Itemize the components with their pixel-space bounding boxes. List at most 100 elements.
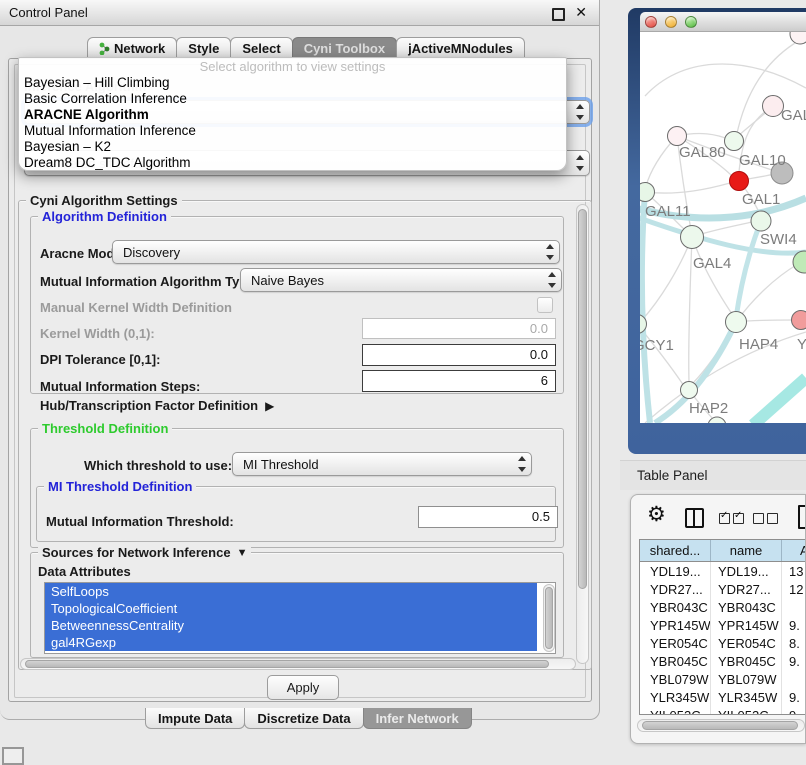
dpi-tolerance-field[interactable]: 0.0 [362, 344, 556, 366]
menu-item-mutual-information[interactable]: Mutual Information Inference [19, 123, 566, 139]
menu-item-basic-correlation[interactable]: Basic Correlation Inference [19, 91, 566, 107]
menu-item-aracne[interactable]: ARACNE Algorithm [19, 107, 566, 123]
settings-hscrollbar-thumb[interactable] [25, 660, 549, 668]
node-label: GAL10 [739, 152, 786, 169]
manual-kernel-checkbox[interactable] [537, 297, 553, 313]
tab-select[interactable]: Select [230, 37, 292, 58]
float-window-icon[interactable] [552, 8, 565, 21]
node-gal11[interactable] [640, 183, 655, 202]
table-row[interactable]: YIL052CYIL052C9. [640, 706, 805, 715]
node-gal1-red[interactable] [730, 172, 749, 191]
cell: 9. [782, 652, 805, 670]
docked-panel-icon[interactable] [2, 747, 24, 765]
tab-infer-network[interactable]: Infer Network [363, 708, 472, 729]
node-label: GAL80 [679, 144, 726, 161]
select-all-icon[interactable] [719, 513, 744, 524]
tab-cyni-toolbox[interactable]: Cyni Toolbox [292, 37, 397, 58]
settings-scrollbar-thumb[interactable] [578, 209, 587, 589]
node-gal80[interactable] [668, 127, 687, 146]
table-row[interactable]: YLR345WYLR345W9. [640, 688, 805, 706]
table-row[interactable]: YPR145WYPR145W9. [640, 616, 805, 634]
table-row[interactable]: YBR043CYBR043C [640, 598, 805, 616]
close-icon[interactable]: ✕ [575, 4, 587, 21]
mi-steps-field[interactable]: 6 [362, 370, 556, 392]
column-header-name[interactable]: name [711, 540, 782, 561]
control-panel-titlebar: Control Panel ✕ [0, 0, 599, 26]
settings-scrollbar-track[interactable] [576, 204, 589, 664]
node-label: GAL1 [742, 191, 780, 208]
table-row[interactable]: YBL079WYBL079W [640, 670, 805, 688]
cell: YBR045C [640, 652, 711, 670]
combo-arrows-icon [542, 241, 559, 263]
node-gal10[interactable] [725, 132, 744, 151]
deselect-all-icon[interactable] [753, 513, 778, 524]
close-traffic-light[interactable] [645, 16, 657, 28]
list-item[interactable]: BetweennessCentrality [45, 617, 537, 634]
control-panel-title: Control Panel [9, 5, 88, 20]
mi-type-value: Naive Bayes [241, 273, 544, 288]
apply-button[interactable]: Apply [267, 675, 339, 700]
mi-threshold-label: Mutual Information Threshold: [46, 514, 234, 529]
zoom-traffic-light[interactable] [685, 16, 697, 28]
menu-item-dream8[interactable]: Dream8 DC_TDC Algorithm [19, 155, 566, 171]
attributes-scrollbar-thumb[interactable] [545, 587, 553, 649]
node-salmon[interactable] [792, 311, 806, 330]
mi-type-combo[interactable]: Naive Bayes [240, 268, 562, 292]
combo-arrows-icon [572, 151, 589, 175]
node-cut-bottom[interactable] [708, 417, 726, 423]
table-row[interactable]: YDR27...YDR27...12 [640, 580, 805, 598]
table-row[interactable]: YER054CYER054C8. [640, 634, 805, 652]
list-item[interactable]: SelfLoops [45, 583, 537, 600]
group-title: Threshold Definition [38, 421, 172, 436]
menu-item-bayesian-hill-climbing[interactable]: Bayesian – Hill Climbing [19, 75, 566, 91]
aracne-mode-combo[interactable]: Discovery [112, 240, 560, 264]
tab-style[interactable]: Style [176, 37, 231, 58]
cell: YDR27... [711, 580, 782, 598]
mi-threshold-field[interactable]: 0.5 [418, 506, 558, 528]
tab-label: Network [114, 41, 165, 56]
manual-kernel-label: Manual Kernel Width Definition [40, 300, 232, 315]
network-highlight-edges [640, 192, 806, 423]
cell: YBR043C [640, 598, 711, 616]
tab-impute-data[interactable]: Impute Data [145, 708, 245, 729]
settings-hscrollbar-track[interactable] [20, 658, 576, 670]
tab-label: Style [188, 41, 219, 56]
network-graph: GAL GAL80 GAL10 GAL1 GAL11 SWI4 GAL4 GCY… [640, 32, 806, 423]
tab-jactivemnodules[interactable]: jActiveMNodules [396, 37, 525, 58]
node-cut-top[interactable] [790, 32, 806, 44]
table-row[interactable]: YDL19...YDL19...13 [640, 562, 805, 580]
minimize-traffic-light[interactable] [665, 16, 677, 28]
tab-network[interactable]: Network [87, 37, 177, 58]
node-gal4[interactable] [681, 226, 704, 249]
page-icon[interactable] [798, 505, 806, 529]
column-header-shared-name[interactable]: shared... [640, 540, 711, 561]
algorithm-placeholder: Select algorithm to view settings [19, 59, 566, 75]
checked-box-icon [719, 513, 730, 524]
list-item[interactable]: gal4RGexp [45, 634, 537, 651]
cell: 9. [782, 688, 805, 706]
gear-icon[interactable]: ⚙ [647, 504, 666, 525]
algorithm-dropdown-popup: Select algorithm to view settings Bayesi… [18, 57, 567, 171]
node-swi4[interactable] [751, 211, 771, 231]
kernel-width-field[interactable]: 0.0 [362, 318, 556, 339]
menu-item-bayesian-k2[interactable]: Bayesian – K2 [19, 139, 566, 155]
node-label: SWI4 [760, 231, 797, 248]
table-hscrollbar-track[interactable] [637, 719, 805, 732]
tab-label: jActiveMNodules [408, 41, 513, 56]
list-item[interactable]: TopologicalCoefficient [45, 600, 537, 617]
node-label: Y [797, 336, 806, 353]
sources-toggle[interactable]: Sources for Network Inference ▼ [38, 545, 251, 560]
which-threshold-combo[interactable]: MI Threshold [232, 452, 532, 476]
columns-icon[interactable] [685, 508, 704, 528]
network-canvas[interactable]: GAL GAL80 GAL10 GAL1 GAL11 SWI4 GAL4 GCY… [640, 32, 806, 423]
node-hap4[interactable] [726, 312, 747, 333]
table-hscrollbar-thumb[interactable] [642, 721, 798, 730]
combo-arrows-icon [572, 101, 589, 123]
hub-definition-toggle[interactable]: Hub/Transcription Factor Definition ▶ [40, 398, 274, 413]
column-header-cut[interactable]: A [782, 540, 805, 561]
tab-discretize-data[interactable]: Discretize Data [244, 708, 363, 729]
node-hap2[interactable] [681, 382, 698, 399]
node-label: GAL [781, 107, 806, 124]
table-row[interactable]: YBR045CYBR045C9. [640, 652, 805, 670]
attributes-scrollbar-track[interactable] [543, 584, 555, 652]
